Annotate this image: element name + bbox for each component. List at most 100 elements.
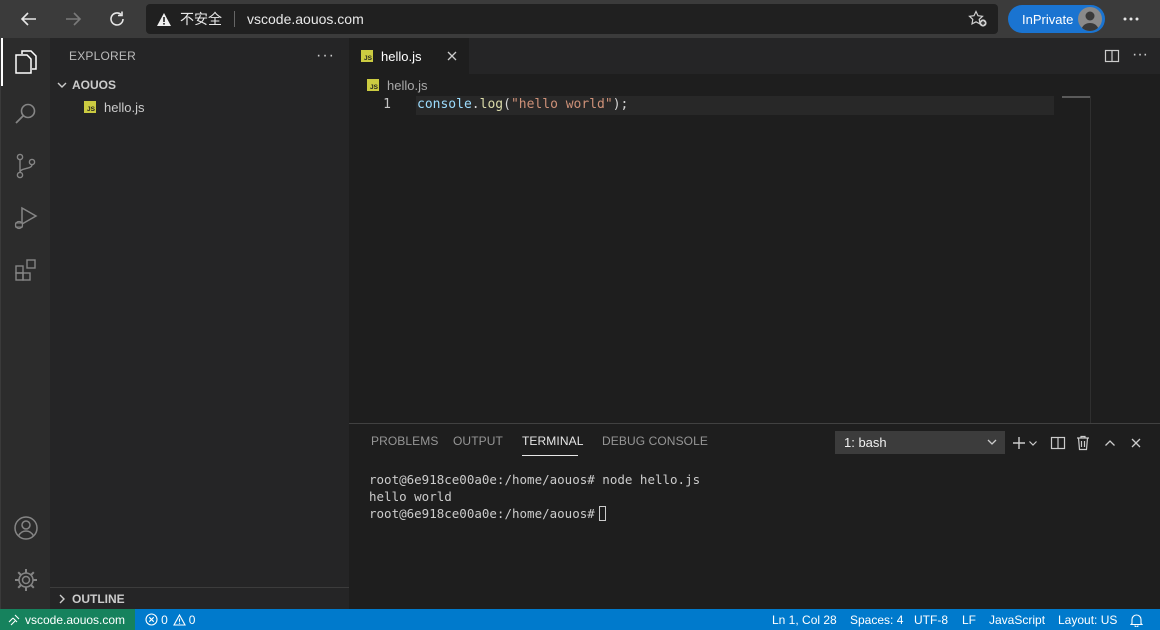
remote-label: vscode.aouos.com — [25, 612, 126, 627]
accounts-activity[interactable] — [1, 504, 51, 552]
inprivate-label: InPrivate — [1022, 11, 1074, 27]
terminal-cursor — [598, 506, 606, 521]
inprivate-button[interactable]: InPrivate — [1008, 5, 1105, 33]
close-icon — [447, 51, 457, 61]
keyboard-layout[interactable]: Layout: US — [1058, 609, 1117, 630]
more-horizontal-icon — [1123, 17, 1139, 21]
code-token-string: "hello world" — [510, 97, 613, 112]
warning-icon — [157, 12, 171, 26]
chevron-down-icon — [57, 82, 67, 88]
activity-bar — [0, 38, 50, 609]
encoding[interactable]: UTF-8 — [914, 609, 948, 630]
forward-button[interactable] — [58, 4, 88, 34]
js-file-icon: JS — [361, 50, 373, 62]
terminal-profile-button[interactable] — [1026, 433, 1040, 453]
star-add-icon — [968, 10, 987, 27]
warning-icon — [172, 613, 186, 626]
back-button[interactable] — [14, 4, 44, 34]
js-file-icon: JS — [84, 101, 96, 113]
extensions-icon — [15, 259, 36, 281]
add-favorite-button[interactable] — [968, 10, 988, 31]
end-of-line[interactable]: LF — [962, 609, 976, 630]
browser-toolbar: 不安全 vscode.aouos.com InPrivate — [0, 0, 1160, 38]
tab-output[interactable]: OUTPUT — [453, 434, 503, 448]
chevron-right-icon — [59, 594, 65, 603]
split-terminal-button[interactable] — [1048, 433, 1068, 453]
editor-tabs: JS hello.js ··· — [349, 38, 1160, 74]
editor-more-button[interactable]: ··· — [1132, 46, 1148, 64]
language-mode[interactable]: JavaScript — [989, 609, 1045, 630]
remote-indicator[interactable]: vscode.aouos.com — [0, 609, 136, 630]
person-icon — [1081, 11, 1099, 31]
code-token-dot: . — [471, 97, 480, 112]
active-indicator — [1, 38, 3, 86]
plus-icon — [1013, 437, 1025, 449]
terminal-line: root@6e918ce00a0e:/home/aouos# — [369, 506, 595, 521]
bell-icon — [1130, 613, 1143, 627]
extensions-activity[interactable] — [1, 246, 51, 294]
cursor-position[interactable]: Ln 1, Col 28 — [772, 609, 837, 630]
maximize-panel-button[interactable] — [1100, 433, 1120, 453]
terminal-select[interactable]: 1: bash — [835, 431, 1005, 454]
chevron-down-icon — [985, 435, 999, 452]
search-activity[interactable] — [1, 90, 51, 138]
split-editor-icon — [1104, 49, 1120, 63]
chevron-up-icon — [1105, 440, 1115, 446]
line-number: 1 — [383, 97, 391, 112]
problems-status[interactable]: 0 0 — [145, 613, 195, 627]
terminal-output[interactable]: root@6e918ce00a0e:/home/aouos# node hell… — [369, 471, 700, 522]
explorer-activity[interactable] — [1, 38, 51, 86]
chevron-down-icon — [1029, 441, 1037, 446]
close-icon — [1131, 438, 1141, 448]
address-bar[interactable]: 不安全 vscode.aouos.com — [146, 4, 998, 34]
code-token-method: log — [479, 97, 504, 112]
code-line[interactable]: 1 console.log("hello world"); — [349, 96, 1054, 115]
url-text[interactable]: vscode.aouos.com — [247, 11, 364, 27]
explorer-more-button[interactable]: ··· — [316, 47, 335, 65]
status-bar: vscode.aouos.com 0 0 Ln 1, Col 28 Spaces… — [0, 609, 1160, 630]
explorer-title: EXPLORER — [69, 49, 136, 63]
active-tab-underline — [522, 455, 578, 456]
source-control-activity[interactable] — [1, 142, 51, 190]
breadcrumb[interactable]: JS hello.js — [349, 74, 1160, 96]
files-icon — [15, 50, 37, 74]
breadcrumb-file[interactable]: hello.js — [387, 78, 427, 93]
tab-debug-console[interactable]: DEBUG CONSOLE — [602, 434, 708, 448]
minimap-line — [1062, 96, 1090, 98]
sidebar: EXPLORER ··· AOUOS JS hello.js OUTLINE — [50, 38, 349, 609]
file-name: hello.js — [104, 99, 145, 115]
outline-section[interactable]: OUTLINE — [50, 587, 349, 609]
run-debug-activity[interactable] — [1, 194, 51, 242]
file-hello-js[interactable]: JS hello.js — [50, 96, 349, 118]
tab-hello-js[interactable]: JS hello.js — [349, 38, 469, 74]
code-token-object: console — [417, 97, 472, 112]
indentation[interactable]: Spaces: 4 — [850, 609, 903, 630]
code-token-paren: ( — [503, 97, 511, 112]
source-control-icon — [16, 153, 36, 179]
close-tab-button[interactable] — [443, 47, 461, 65]
address-separator — [234, 11, 235, 27]
split-editor-button[interactable] — [1104, 48, 1120, 67]
tab-terminal[interactable]: TERMINAL — [522, 434, 583, 448]
arrow-right-icon — [66, 12, 82, 26]
browser-menu-button[interactable] — [1118, 6, 1144, 32]
terminal-prompt-line: root@6e918ce00a0e:/home/aouos# — [369, 505, 700, 522]
avatar — [1078, 7, 1102, 31]
kill-terminal-button[interactable] — [1073, 433, 1093, 453]
refresh-button[interactable] — [102, 4, 132, 34]
security-label[interactable]: 不安全 — [180, 9, 222, 29]
code-text[interactable]: console.log("hello world"); — [417, 97, 628, 112]
arrow-left-icon — [20, 12, 36, 26]
gear-icon — [15, 569, 37, 591]
search-icon — [15, 103, 36, 124]
js-file-icon: JS — [367, 79, 379, 91]
bottom-panel: PROBLEMS OUTPUT TERMINAL DEBUG CONSOLE 1… — [349, 423, 1160, 609]
notifications-button[interactable] — [1130, 609, 1143, 630]
tab-problems[interactable]: PROBLEMS — [371, 434, 439, 448]
minimap[interactable] — [1090, 96, 1160, 423]
error-icon — [145, 613, 158, 626]
close-panel-button[interactable] — [1126, 433, 1146, 453]
account-icon — [14, 516, 38, 540]
folder-aouos[interactable]: AOUOS — [50, 74, 349, 96]
manage-activity[interactable] — [1, 556, 51, 604]
